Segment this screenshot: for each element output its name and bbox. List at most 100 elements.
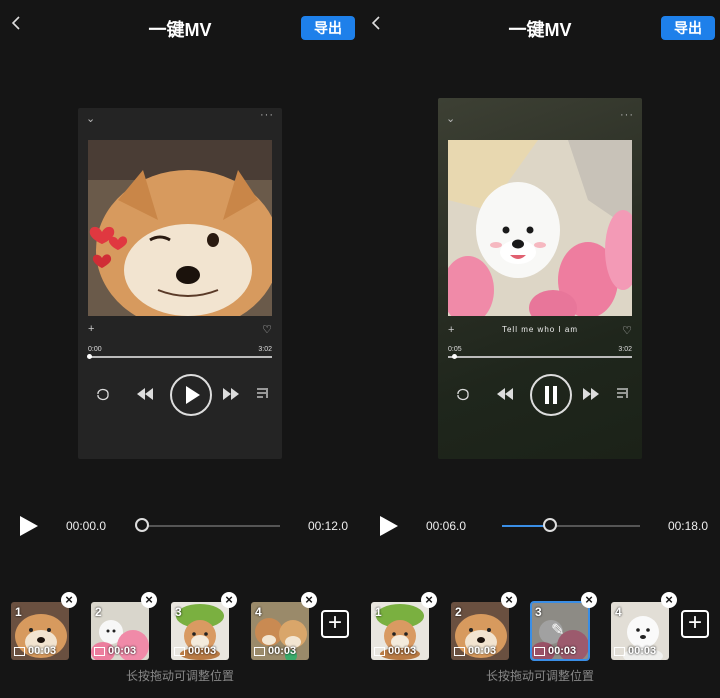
timeline-slider[interactable] xyxy=(135,518,280,532)
previous-icon[interactable] xyxy=(496,374,516,414)
drag-hint: 长按拖动可调整位置 xyxy=(485,669,594,683)
clip-thumbnail[interactable]: 4 00:03 xyxy=(611,602,669,660)
back-button[interactable] xyxy=(370,16,392,38)
remove-clip-button[interactable]: × xyxy=(61,592,77,608)
player-action-row: + Tell me who I am ♡ xyxy=(448,324,632,338)
clip-thumbnail-selected[interactable]: 3 ✎ 00:03 xyxy=(530,601,590,661)
remove-clip-button[interactable]: × xyxy=(501,592,517,608)
preview-time-start: 0:05 xyxy=(448,346,462,353)
clip-duration: 00:03 xyxy=(534,645,576,657)
page-title: 一键MV xyxy=(508,20,572,40)
export-button[interactable]: 导出 xyxy=(301,16,355,40)
previous-icon[interactable] xyxy=(136,374,156,414)
music-player-preview: ⌄ ··· + Tell me who I am ♡ 0:05 3:02 xyxy=(438,98,642,459)
export-button[interactable]: 导出 xyxy=(661,16,715,40)
timeline-knob[interactable] xyxy=(135,518,149,532)
remove-clip-button[interactable]: × xyxy=(421,592,437,608)
clip-index: 4 xyxy=(615,605,622,619)
pause-button[interactable] xyxy=(530,374,572,416)
preview-progress-bar[interactable] xyxy=(448,354,632,359)
playlist-icon[interactable] xyxy=(616,374,632,414)
preview-time-start: 0:00 xyxy=(88,346,102,353)
clip-duration: 00:03 xyxy=(174,645,216,657)
clip-strip: 1 00:03 × 2 00:03 × 3 ✎ 00:03 × 4 00:03 … xyxy=(360,592,720,662)
preview-progress-knob[interactable] xyxy=(452,354,457,359)
clip-index: 2 xyxy=(455,605,462,619)
clip-thumbnail[interactable]: 4 00:03 xyxy=(251,602,309,660)
player-controls xyxy=(88,374,272,416)
total-time: 00:18.0 xyxy=(667,519,708,533)
clip-duration: 00:03 xyxy=(254,645,296,657)
player-action-row: + ♡ xyxy=(88,323,272,337)
heart-icon[interactable]: ♡ xyxy=(262,323,272,336)
drag-hint: 长按拖动可调整位置 xyxy=(125,669,234,683)
cover-image-white-dog xyxy=(448,140,632,316)
clip-duration: 00:03 xyxy=(94,645,136,657)
clip-index: 4 xyxy=(255,605,262,619)
image-icon xyxy=(94,646,105,656)
clip-index: 3 xyxy=(535,605,542,619)
repeat-icon[interactable] xyxy=(96,374,116,414)
clip-thumbnail[interactable]: 2 00:03 xyxy=(451,602,509,660)
heart-icon[interactable]: ♡ xyxy=(622,324,632,337)
cover-image-shiba xyxy=(88,140,272,316)
mv-editor-panel-right: 一键MV 导出 ⌄ ··· + Tell me who I am ♡ 0:05 … xyxy=(360,0,720,698)
remove-clip-button[interactable]: × xyxy=(661,592,677,608)
clip-duration: 00:03 xyxy=(614,645,656,657)
preview-progress-knob[interactable] xyxy=(87,354,92,359)
clip-thumbnail[interactable]: 1 00:03 xyxy=(11,602,69,660)
image-icon xyxy=(254,646,265,656)
clip-index: 3 xyxy=(175,605,182,619)
clip-index: 2 xyxy=(95,605,102,619)
clip-index: 1 xyxy=(15,605,22,619)
remove-clip-button[interactable]: × xyxy=(141,592,157,608)
player-top-bar: ⌄ ··· xyxy=(78,109,282,128)
image-icon xyxy=(374,646,385,656)
chevron-left-icon xyxy=(371,16,380,30)
collapse-icon[interactable]: ⌄ xyxy=(86,112,95,125)
remove-clip-button[interactable]: × xyxy=(301,592,317,608)
preview-progress-bar[interactable] xyxy=(87,354,272,359)
add-icon[interactable]: + xyxy=(88,323,94,335)
lyric-text: Tell me who I am xyxy=(501,325,579,334)
more-icon[interactable]: ··· xyxy=(260,109,274,121)
playlist-icon[interactable] xyxy=(256,374,272,414)
add-clip-button[interactable]: + xyxy=(321,610,349,638)
remove-clip-button[interactable]: × xyxy=(221,592,237,608)
back-button[interactable] xyxy=(10,16,32,38)
clip-thumbnail[interactable]: 1 00:03 xyxy=(371,602,429,660)
remove-clip-button[interactable]: × xyxy=(581,592,597,608)
timeline-knob[interactable] xyxy=(543,518,557,532)
image-icon xyxy=(14,646,25,656)
clip-thumbnail[interactable]: 3 00:03 xyxy=(171,602,229,660)
more-icon[interactable]: ··· xyxy=(620,109,634,121)
total-time: 00:12.0 xyxy=(307,519,348,533)
image-icon xyxy=(454,646,465,656)
next-icon[interactable] xyxy=(222,374,242,414)
clip-strip: 1 00:03 × 2 00:03 × 3 00:03 × 4 00:03 × … xyxy=(0,592,360,662)
player-controls xyxy=(448,374,632,416)
edit-icon[interactable]: ✎ xyxy=(551,620,564,640)
play-button[interactable] xyxy=(170,374,212,416)
collapse-icon[interactable]: ⌄ xyxy=(446,112,455,125)
clip-thumbnail[interactable]: 2 00:03 xyxy=(91,602,149,660)
timeline-slider[interactable] xyxy=(502,518,640,532)
image-icon xyxy=(614,646,625,656)
current-time: 00:06.0 xyxy=(426,519,467,533)
next-icon[interactable] xyxy=(582,374,602,414)
play-icon xyxy=(186,386,200,404)
image-icon xyxy=(534,646,545,656)
clip-duration: 00:03 xyxy=(454,645,496,657)
add-clip-button[interactable]: + xyxy=(681,610,709,638)
play-icon[interactable] xyxy=(380,516,398,536)
pause-icon xyxy=(545,386,557,404)
music-player-preview: ⌄ ··· + ♡ 0:00 3:02 xyxy=(78,108,282,459)
chevron-left-icon xyxy=(11,16,20,30)
player-top-bar: ⌄ ··· xyxy=(438,109,642,128)
repeat-icon[interactable] xyxy=(456,374,476,414)
mv-editor-panel-left: 一键MV 导出 ⌄ ··· + ♡ 0:00 3:02 00:00.0 00:1… xyxy=(0,0,360,698)
play-icon[interactable] xyxy=(20,516,38,536)
clip-duration: 00:03 xyxy=(14,645,56,657)
clip-duration: 00:03 xyxy=(374,645,416,657)
preview-time-end: 3:02 xyxy=(258,346,272,353)
